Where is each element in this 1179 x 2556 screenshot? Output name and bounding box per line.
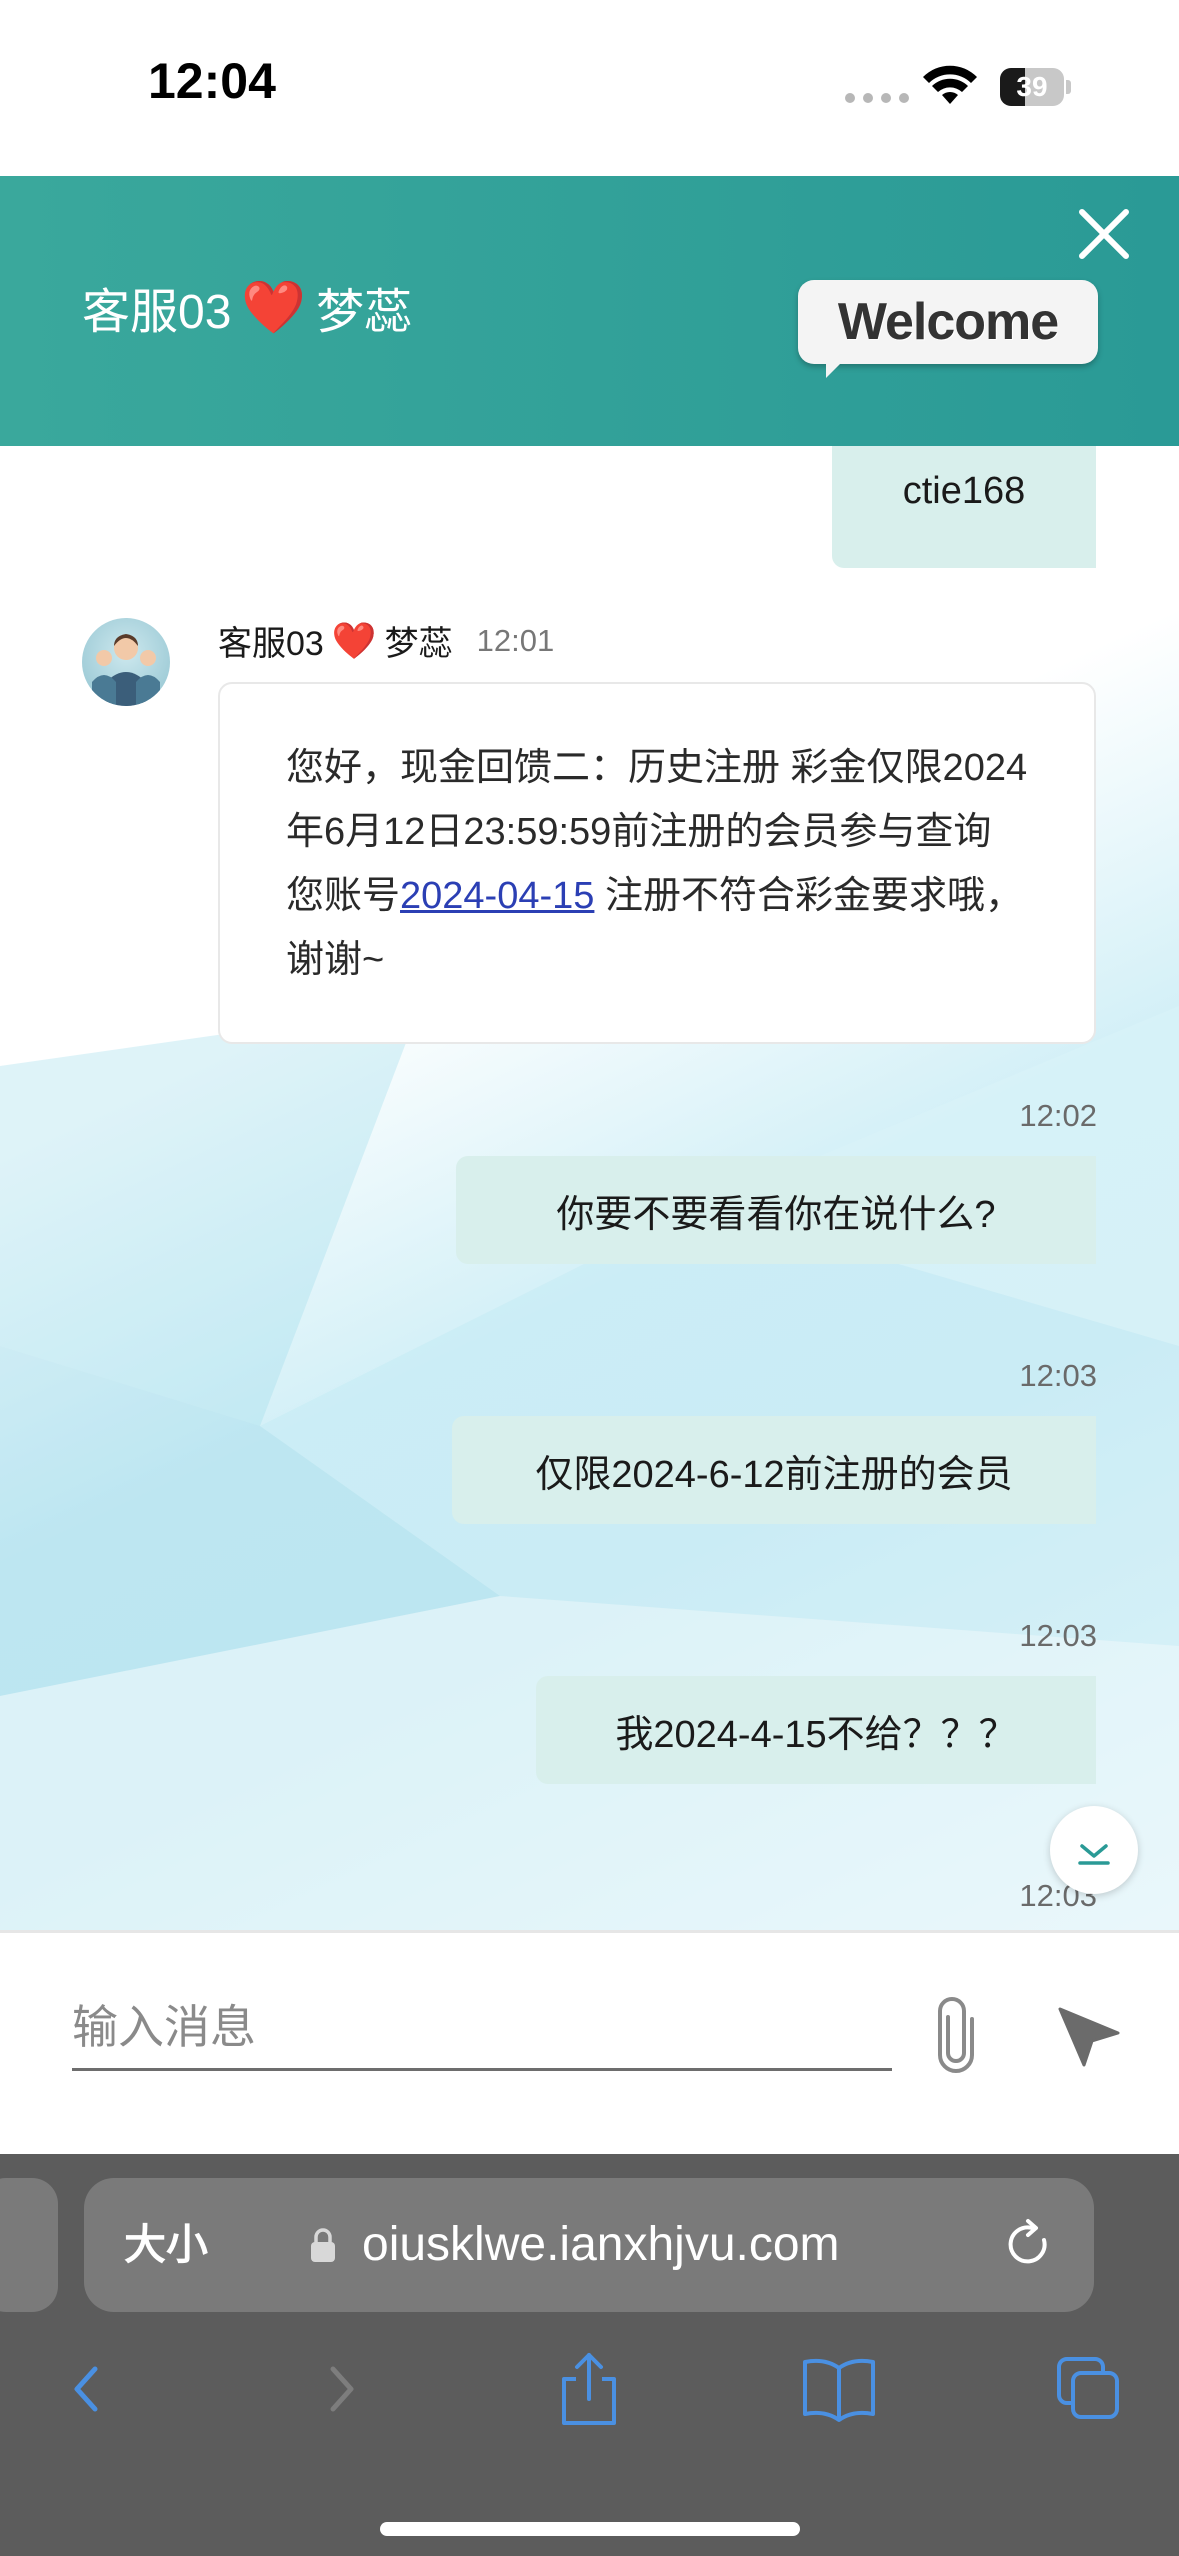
self-message-bubble: 仅限2024-6-12前注册的会员 [452,1416,1096,1524]
agent-message-date-link[interactable]: 2024-04-15 [400,875,594,917]
welcome-badge: Welcome [798,280,1098,378]
chat-header: 客服03 ❤️ 梦蕊 Welcome [0,176,1179,446]
agent-message-name: 客服03 [218,625,324,663]
close-icon[interactable] [1074,204,1134,264]
tabs-icon [1057,2357,1119,2419]
avatar-icon [92,634,160,706]
agent-message-time: 12:01 [476,622,555,658]
scroll-to-bottom-button[interactable] [1050,1806,1138,1894]
agent-message-header: 客服03 ❤️ 梦蕊 12:01 [218,616,554,665]
message-text: 仅限2024-6-12前注册的会员 [535,1453,1013,1496]
heart-icon: ❤️ [241,278,307,337]
battery-icon: 39 [1000,68,1072,106]
message-time: 12:02 [1019,1098,1097,1133]
browser-toolbar: 大小 oiusklwe.ianxhjvu.com [0,2154,1179,2556]
self-message-bubble: 我2024-4-15不给？？？ [536,1676,1096,1784]
message-text: ctie168 [902,469,1026,512]
previous-tab-preview[interactable] [0,2178,58,2312]
agent-title-nickname: 梦蕊 [316,286,413,339]
bookmarks-button[interactable] [794,2344,884,2434]
address-bar[interactable]: 大小 oiusklwe.ianxhjvu.com [84,2178,1094,2312]
paperclip-icon[interactable] [928,1997,984,2073]
text-size-label: 大小 [124,2221,209,2268]
status-time: 12:04 [148,53,276,109]
status-bar: 12:04 39 [0,0,1179,176]
self-message-bubble: ctie168 [832,446,1096,568]
cellular-signal-icon [845,93,909,103]
back-chevron-icon [74,2366,98,2412]
url-text[interactable]: oiusklwe.ianxhjvu.com [362,2178,840,2312]
agent-message-nickname: 梦蕊 [384,625,453,663]
lock-icon [311,2228,335,2262]
send-icon[interactable] [1056,2003,1122,2069]
home-indicator [380,2522,800,2536]
chat-messages-area[interactable]: ctie168 客服03 ❤️ 梦蕊 12:01 您好，现金回馈二：历史注册 彩… [0,446,1179,1930]
heart-icon: ❤️ [331,619,377,661]
agent-title-name: 客服03 [82,286,232,339]
reload-icon[interactable] [1002,2218,1056,2272]
browser-nav-row [0,2344,1179,2444]
forward-button[interactable] [296,2344,386,2434]
share-icon [562,2353,616,2425]
book-icon [803,2358,875,2422]
agent-message-bubble: 您好，现金回馈二：历史注册 彩金仅限2024年6月12日23:59:59前注册的… [218,682,1096,1044]
message-text: 我2024-4-15不给？？？ [615,1713,1017,1756]
self-message-bubble: 你要不要看看你在说什么? [456,1156,1096,1264]
back-button[interactable] [42,2344,132,2434]
battery-percent: 39 [1016,71,1048,102]
message-input-bar [0,1930,1179,2154]
chevron-down-icon [1078,1844,1110,1865]
share-button[interactable] [544,2344,634,2434]
message-input[interactable] [72,1985,892,2071]
agent-avatar [82,618,170,706]
message-time: 12:03 [1019,1358,1097,1393]
agent-title: 客服03 ❤️ 梦蕊 [82,272,412,342]
tabs-button[interactable] [1044,2344,1134,2434]
message-text: 你要不要看看你在说什么? [556,1193,996,1236]
wifi-icon [923,65,977,104]
message-time: 12:03 [1019,1618,1097,1653]
text-size-button[interactable]: 大小 [124,2178,208,2312]
welcome-text: Welcome [837,293,1059,351]
forward-chevron-icon [330,2366,354,2412]
